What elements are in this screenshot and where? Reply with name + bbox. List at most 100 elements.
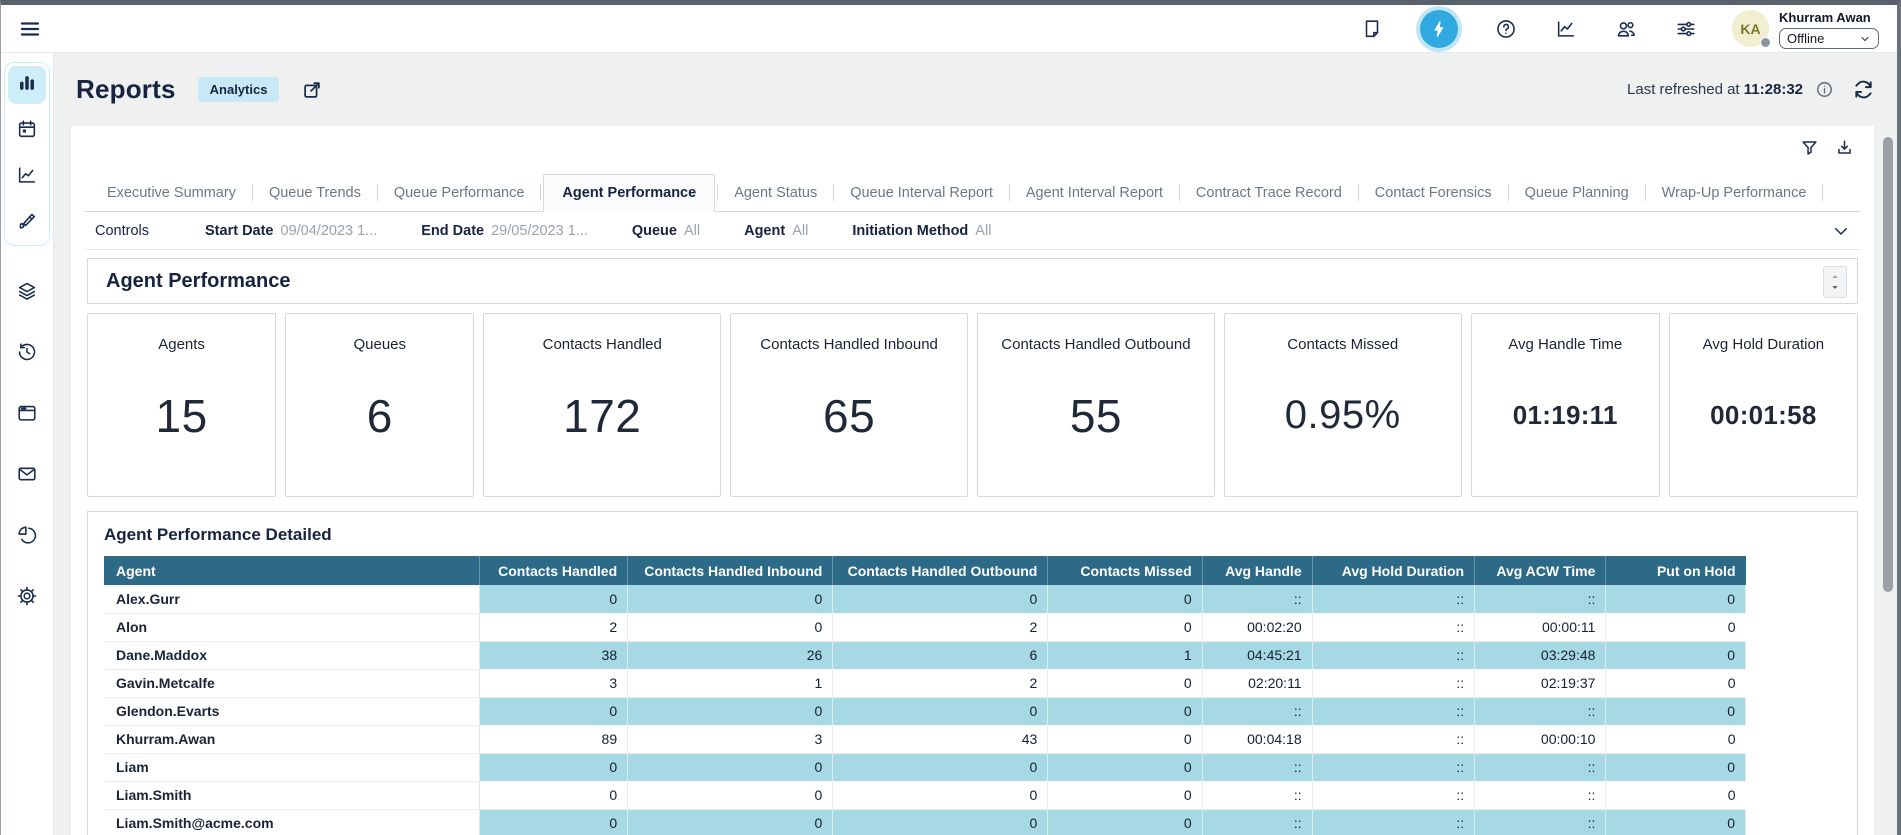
status-select[interactable]: Offline [1779,28,1879,49]
sidebar-item-mail[interactable] [8,457,46,495]
tab-agent-performance[interactable]: Agent Performance [543,174,715,212]
sliders-icon[interactable] [1674,17,1698,41]
sidebar-item-metrics[interactable] [8,158,46,196]
main-area: Reports Analytics Last refreshed at 11:2… [54,53,1897,835]
column-header-contacts-missed[interactable]: Contacts Missed [1048,556,1202,585]
tab-queue-planning[interactable]: Queue Planning [1511,174,1643,211]
column-header-contacts-handled[interactable]: Contacts Handled [480,556,628,585]
avatar-initials: KA [1740,21,1760,37]
info-icon[interactable] [1815,80,1834,99]
table-cell: 0 [1606,613,1746,641]
filter-icon[interactable] [1800,138,1819,162]
table-cell: 0 [628,809,833,835]
control-value: 09/04/2023 1... [281,223,378,239]
sidebar-item-reports[interactable] [8,66,46,104]
external-link-icon[interactable] [301,79,323,101]
menu-icon[interactable] [15,14,45,44]
topbar-icons [1360,10,1698,48]
tab-divider [377,184,378,201]
table-cell: 0 [833,585,1048,613]
control-label: Start Date [205,223,274,239]
table-cell: 0 [833,697,1048,725]
vertical-scrollbar-thumb[interactable] [1883,137,1893,592]
kpi-value: 55 [1070,353,1122,496]
avatar[interactable]: KA [1732,10,1769,47]
table-row: Liam.Smith@acme.com0000::::::0 [104,809,1746,835]
control-agent[interactable]: AgentAll [744,223,808,239]
control-queue[interactable]: QueueAll [632,223,700,239]
sidebar-item-window[interactable] [8,396,46,434]
tab-queue-performance[interactable]: Queue Performance [380,174,539,211]
kpi-card-avg-handle-time: Avg Handle Time01:19:11 [1471,313,1660,497]
users-icon[interactable] [1614,17,1638,41]
analytics-badge[interactable]: Analytics [198,77,280,102]
tab-divider [833,184,834,201]
refresh-area: Last refreshed at 11:28:32 [1627,78,1875,101]
metrics-icon[interactable] [1554,17,1578,41]
sidebar-item-settings[interactable] [8,579,46,617]
table-row: Gavin.Metcalfe312002:20:11::02:19:370 [104,669,1746,697]
refresh-icon[interactable] [1852,78,1875,101]
tab-queue-interval-report[interactable]: Queue Interval Report [836,174,1007,211]
column-header-avg-handle[interactable]: Avg Handle [1202,556,1312,585]
tab-wrap-up-performance[interactable]: Wrap-Up Performance [1648,174,1821,211]
column-header-agent[interactable]: Agent [104,556,480,585]
panel-tools [85,126,1860,174]
table-cell: :: [1475,753,1606,781]
sidebar-item-layers[interactable] [8,274,46,312]
sidebar-item-pie[interactable] [8,518,46,556]
table-cell: 02:20:11 [1202,669,1312,697]
kpi-label: Contacts Handled [543,336,662,353]
sidebar-item-schedule[interactable] [8,112,46,150]
controls-collapse-icon[interactable] [1832,222,1850,240]
tab-contract-trace-record[interactable]: Contract Trace Record [1182,174,1356,211]
table-cell: 0 [1048,669,1202,697]
agent-name-cell: Gavin.Metcalfe [104,669,480,697]
sidebar-item-history[interactable] [8,335,46,373]
kpi-label: Contacts Handled Outbound [1001,336,1190,353]
column-header-put-on-hold[interactable]: Put on Hold [1606,556,1746,585]
kpi-card-contacts-handled: Contacts Handled172 [483,313,721,497]
chevron-down-icon [1859,33,1871,45]
help-icon[interactable] [1494,17,1518,41]
control-end-date[interactable]: End Date29/05/2023 1... [421,223,588,239]
column-header-contacts-handled-outbound[interactable]: Contacts Handled Outbound [833,556,1048,585]
control-initiation-method[interactable]: Initiation MethodAll [852,223,991,239]
section-stepper[interactable] [1823,266,1847,298]
gear-icon [16,585,38,612]
table-cell: 0 [1048,585,1202,613]
bolt-icon[interactable] [1420,10,1458,48]
tab-contact-forensics[interactable]: Contact Forensics [1361,174,1506,211]
kpi-value: 00:01:58 [1710,353,1816,496]
notes-icon[interactable] [1360,17,1384,41]
window-icon [16,402,38,429]
top-bar: KA Khurram Awan Offline [1,5,1897,53]
user-name: Khurram Awan [1779,10,1879,25]
tab-queue-trends[interactable]: Queue Trends [255,174,375,211]
table-cell: 1 [1048,641,1202,669]
sidebar-item-design[interactable] [8,204,46,242]
linechart-icon [16,164,38,191]
table-cell: 0 [480,781,628,809]
detailed-section: Agent Performance Detailed AgentContacts… [87,511,1858,835]
table-cell: :: [1202,585,1312,613]
tab-executive-summary[interactable]: Executive Summary [93,174,250,211]
column-header-avg-acw-time[interactable]: Avg ACW Time [1475,556,1606,585]
table-cell: 0 [1606,697,1746,725]
column-header-contacts-handled-inbound[interactable]: Contacts Handled Inbound [628,556,833,585]
download-icon[interactable] [1835,138,1854,162]
column-header-avg-hold-duration[interactable]: Avg Hold Duration [1312,556,1475,585]
table-cell: 0 [1606,781,1746,809]
table-cell: 0 [628,753,833,781]
kpi-card-contacts-missed: Contacts Missed0.95% [1224,313,1462,497]
kpi-cards: Agents15Queues6Contacts Handled172Contac… [87,313,1858,497]
page-header: Reports Analytics Last refreshed at 11:2… [54,53,1897,126]
table-cell: 3 [480,669,628,697]
table-cell: 0 [1048,781,1202,809]
table-cell: :: [1475,781,1606,809]
control-start-date[interactable]: Start Date 09/04/2023 1... [205,223,377,239]
control-label: End Date [421,223,484,239]
tab-agent-status[interactable]: Agent Status [720,174,831,211]
tab-agent-interval-report[interactable]: Agent Interval Report [1012,174,1177,211]
vertical-scrollbar[interactable] [1881,129,1894,832]
